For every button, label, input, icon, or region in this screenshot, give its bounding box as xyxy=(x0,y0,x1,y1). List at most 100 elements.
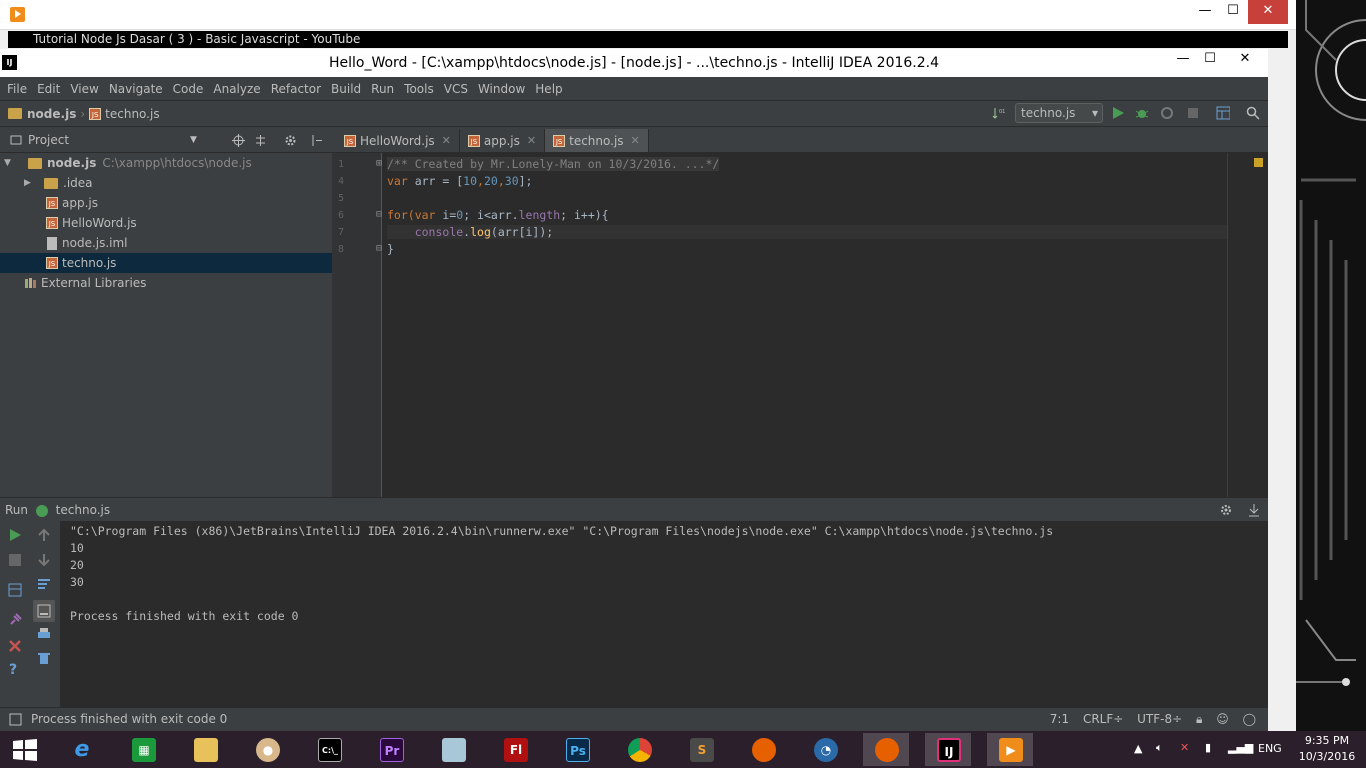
tree-item-idea[interactable]: ▶ .idea xyxy=(0,173,332,193)
project-panel-title[interactable]: Project xyxy=(28,133,69,147)
breadcrumb-project[interactable]: node.js xyxy=(27,107,76,121)
fold-icon[interactable]: ⊟ xyxy=(376,243,382,254)
menu-vcs[interactable]: VCS xyxy=(439,82,473,96)
taskbar-ie[interactable]: e xyxy=(58,733,104,766)
print-icon[interactable] xyxy=(37,627,51,641)
scroll-to-end-toggle[interactable] xyxy=(33,600,55,622)
taskbar-explorer[interactable] xyxy=(182,733,228,766)
taskbar-sublime[interactable]: S xyxy=(678,733,724,766)
help-icon[interactable]: ? xyxy=(9,662,17,678)
menu-file[interactable]: File xyxy=(2,82,32,96)
file-encoding[interactable]: UTF-8÷ xyxy=(1137,712,1182,726)
toggle-tool-windows-icon[interactable] xyxy=(9,713,22,726)
network-error-icon[interactable]: ✕ xyxy=(1180,741,1189,754)
menu-analyze[interactable]: Analyze xyxy=(208,82,265,96)
menu-view[interactable]: View xyxy=(65,82,103,96)
up-arrow-icon[interactable] xyxy=(37,528,51,542)
outer-maximize-button[interactable]: ☐ xyxy=(1218,0,1248,24)
rerun-icon[interactable] xyxy=(8,528,22,542)
down-arrow-icon[interactable] xyxy=(37,553,51,567)
show-hidden-icons[interactable]: ▲ xyxy=(1134,742,1142,755)
outer-close-button[interactable]: ✕ xyxy=(1248,0,1288,24)
taskbar-premiere[interactable]: Pr xyxy=(368,733,414,766)
chevron-down-icon[interactable]: ▼ xyxy=(190,129,197,151)
warning-marker-icon[interactable] xyxy=(1254,158,1263,167)
caret-position[interactable]: 7:1 xyxy=(1050,712,1069,726)
trash-icon[interactable] xyxy=(37,651,51,665)
sort-icon[interactable]: 01 xyxy=(992,106,1006,120)
taskbar-photoshop[interactable]: Ps xyxy=(554,733,600,766)
tree-item-external-libraries[interactable]: External Libraries xyxy=(0,273,332,293)
windows-start-icon[interactable] xyxy=(12,738,38,762)
tree-item-iml[interactable]: node.js.iml xyxy=(0,233,332,253)
run-config-select[interactable]: techno.js ▾ xyxy=(1015,103,1103,123)
lock-icon[interactable]: 🔒︎ xyxy=(1196,712,1202,726)
fold-icon[interactable]: ⊞ xyxy=(376,158,382,169)
run-icon[interactable] xyxy=(1111,106,1125,120)
menu-window[interactable]: Window xyxy=(473,82,530,96)
code-editor[interactable]: 1 4 5 6 7 8 ⊞ ⊟ ⊟ /** Created by Mr.Lone… xyxy=(332,153,1268,497)
taskbar-firefox-active[interactable] xyxy=(863,733,909,766)
close-icon[interactable]: ✕ xyxy=(442,134,451,147)
maximize-button[interactable]: ☐ xyxy=(1195,49,1225,69)
menu-tools[interactable]: Tools xyxy=(399,82,439,96)
search-icon[interactable] xyxy=(1246,106,1260,120)
taskbar-app-circle[interactable]: ◔ xyxy=(802,733,848,766)
hide-panel-icon[interactable] xyxy=(310,134,323,147)
close-button[interactable]: ✕ xyxy=(1230,49,1260,69)
stop-icon[interactable] xyxy=(8,553,22,567)
hector-icon[interactable]: ☺︎ xyxy=(1216,712,1229,726)
volume-icon[interactable]: 🔈︎ xyxy=(1156,741,1163,755)
taskbar-cmd[interactable]: C:\_ xyxy=(306,733,352,766)
restore-layout-icon[interactable] xyxy=(8,583,22,597)
close-icon[interactable]: ✕ xyxy=(527,134,536,147)
locate-icon[interactable] xyxy=(232,134,245,147)
run-panel-config[interactable]: techno.js xyxy=(56,503,110,517)
menu-navigate[interactable]: Navigate xyxy=(104,82,168,96)
gear-icon[interactable] xyxy=(284,134,297,147)
minimize-button[interactable]: — xyxy=(1168,49,1198,69)
line-separator[interactable]: CRLF÷ xyxy=(1083,712,1123,726)
taskbar-intellij[interactable]: IJ xyxy=(925,733,971,766)
breadcrumb-file[interactable]: techno.js xyxy=(105,107,159,121)
battery-icon[interactable]: ▮ xyxy=(1205,741,1211,754)
tab-techno[interactable]: JS techno.js ✕ xyxy=(545,129,649,152)
tree-item-app-js[interactable]: JS app.js xyxy=(0,193,332,213)
menu-refactor[interactable]: Refactor xyxy=(266,82,326,96)
signal-icon[interactable]: ▂▄▆ xyxy=(1228,741,1253,754)
stop-icon[interactable] xyxy=(1186,106,1200,120)
language-indicator[interactable]: ENG xyxy=(1258,742,1282,755)
outer-minimize-button[interactable]: — xyxy=(1190,0,1220,24)
collapse-arrow-icon[interactable]: ▶ xyxy=(24,173,36,193)
taskbar-notes[interactable] xyxy=(430,733,476,766)
menu-help[interactable]: Help xyxy=(530,82,567,96)
collapse-all-icon[interactable] xyxy=(254,134,267,147)
menu-run[interactable]: Run xyxy=(366,82,399,96)
menu-code[interactable]: Code xyxy=(168,82,209,96)
project-structure-icon[interactable] xyxy=(1216,106,1230,120)
debug-icon[interactable] xyxy=(1135,106,1149,120)
taskbar-paint[interactable]: ● xyxy=(244,733,290,766)
tree-item-techno-js[interactable]: JS techno.js xyxy=(0,253,332,273)
event-log-icon[interactable]: ◯ xyxy=(1243,712,1256,726)
menu-build[interactable]: Build xyxy=(326,82,366,96)
clock[interactable]: 9:35 PM 10/3/2016 xyxy=(1292,733,1362,765)
hide-panel-icon[interactable] xyxy=(1247,503,1261,517)
pin-icon[interactable] xyxy=(8,613,22,627)
taskbar-chrome[interactable] xyxy=(616,733,662,766)
close-icon[interactable]: ✕ xyxy=(631,134,640,147)
tree-root[interactable]: ▼ node.js C:\xampp\htdocs\node.js xyxy=(0,153,332,173)
taskbar-player[interactable]: ▶ xyxy=(987,733,1033,766)
soft-wrap-icon[interactable] xyxy=(37,577,51,591)
gear-icon[interactable] xyxy=(1219,503,1233,517)
close-icon[interactable] xyxy=(8,639,22,653)
console-output[interactable]: "C:\Program Files (x86)\JetBrains\Intell… xyxy=(60,521,1268,707)
tree-item-helloword-js[interactable]: JS HelloWord.js xyxy=(0,213,332,233)
menu-edit[interactable]: Edit xyxy=(32,82,65,96)
taskbar-firefox[interactable] xyxy=(740,733,786,766)
fold-icon[interactable]: ⊟ xyxy=(376,209,382,220)
taskbar-flash[interactable]: Fl xyxy=(492,733,538,766)
taskbar-store[interactable]: ▦ xyxy=(120,733,166,766)
tab-helloword[interactable]: JS HelloWord.js ✕ xyxy=(336,129,460,152)
coverage-icon[interactable] xyxy=(1160,106,1174,120)
